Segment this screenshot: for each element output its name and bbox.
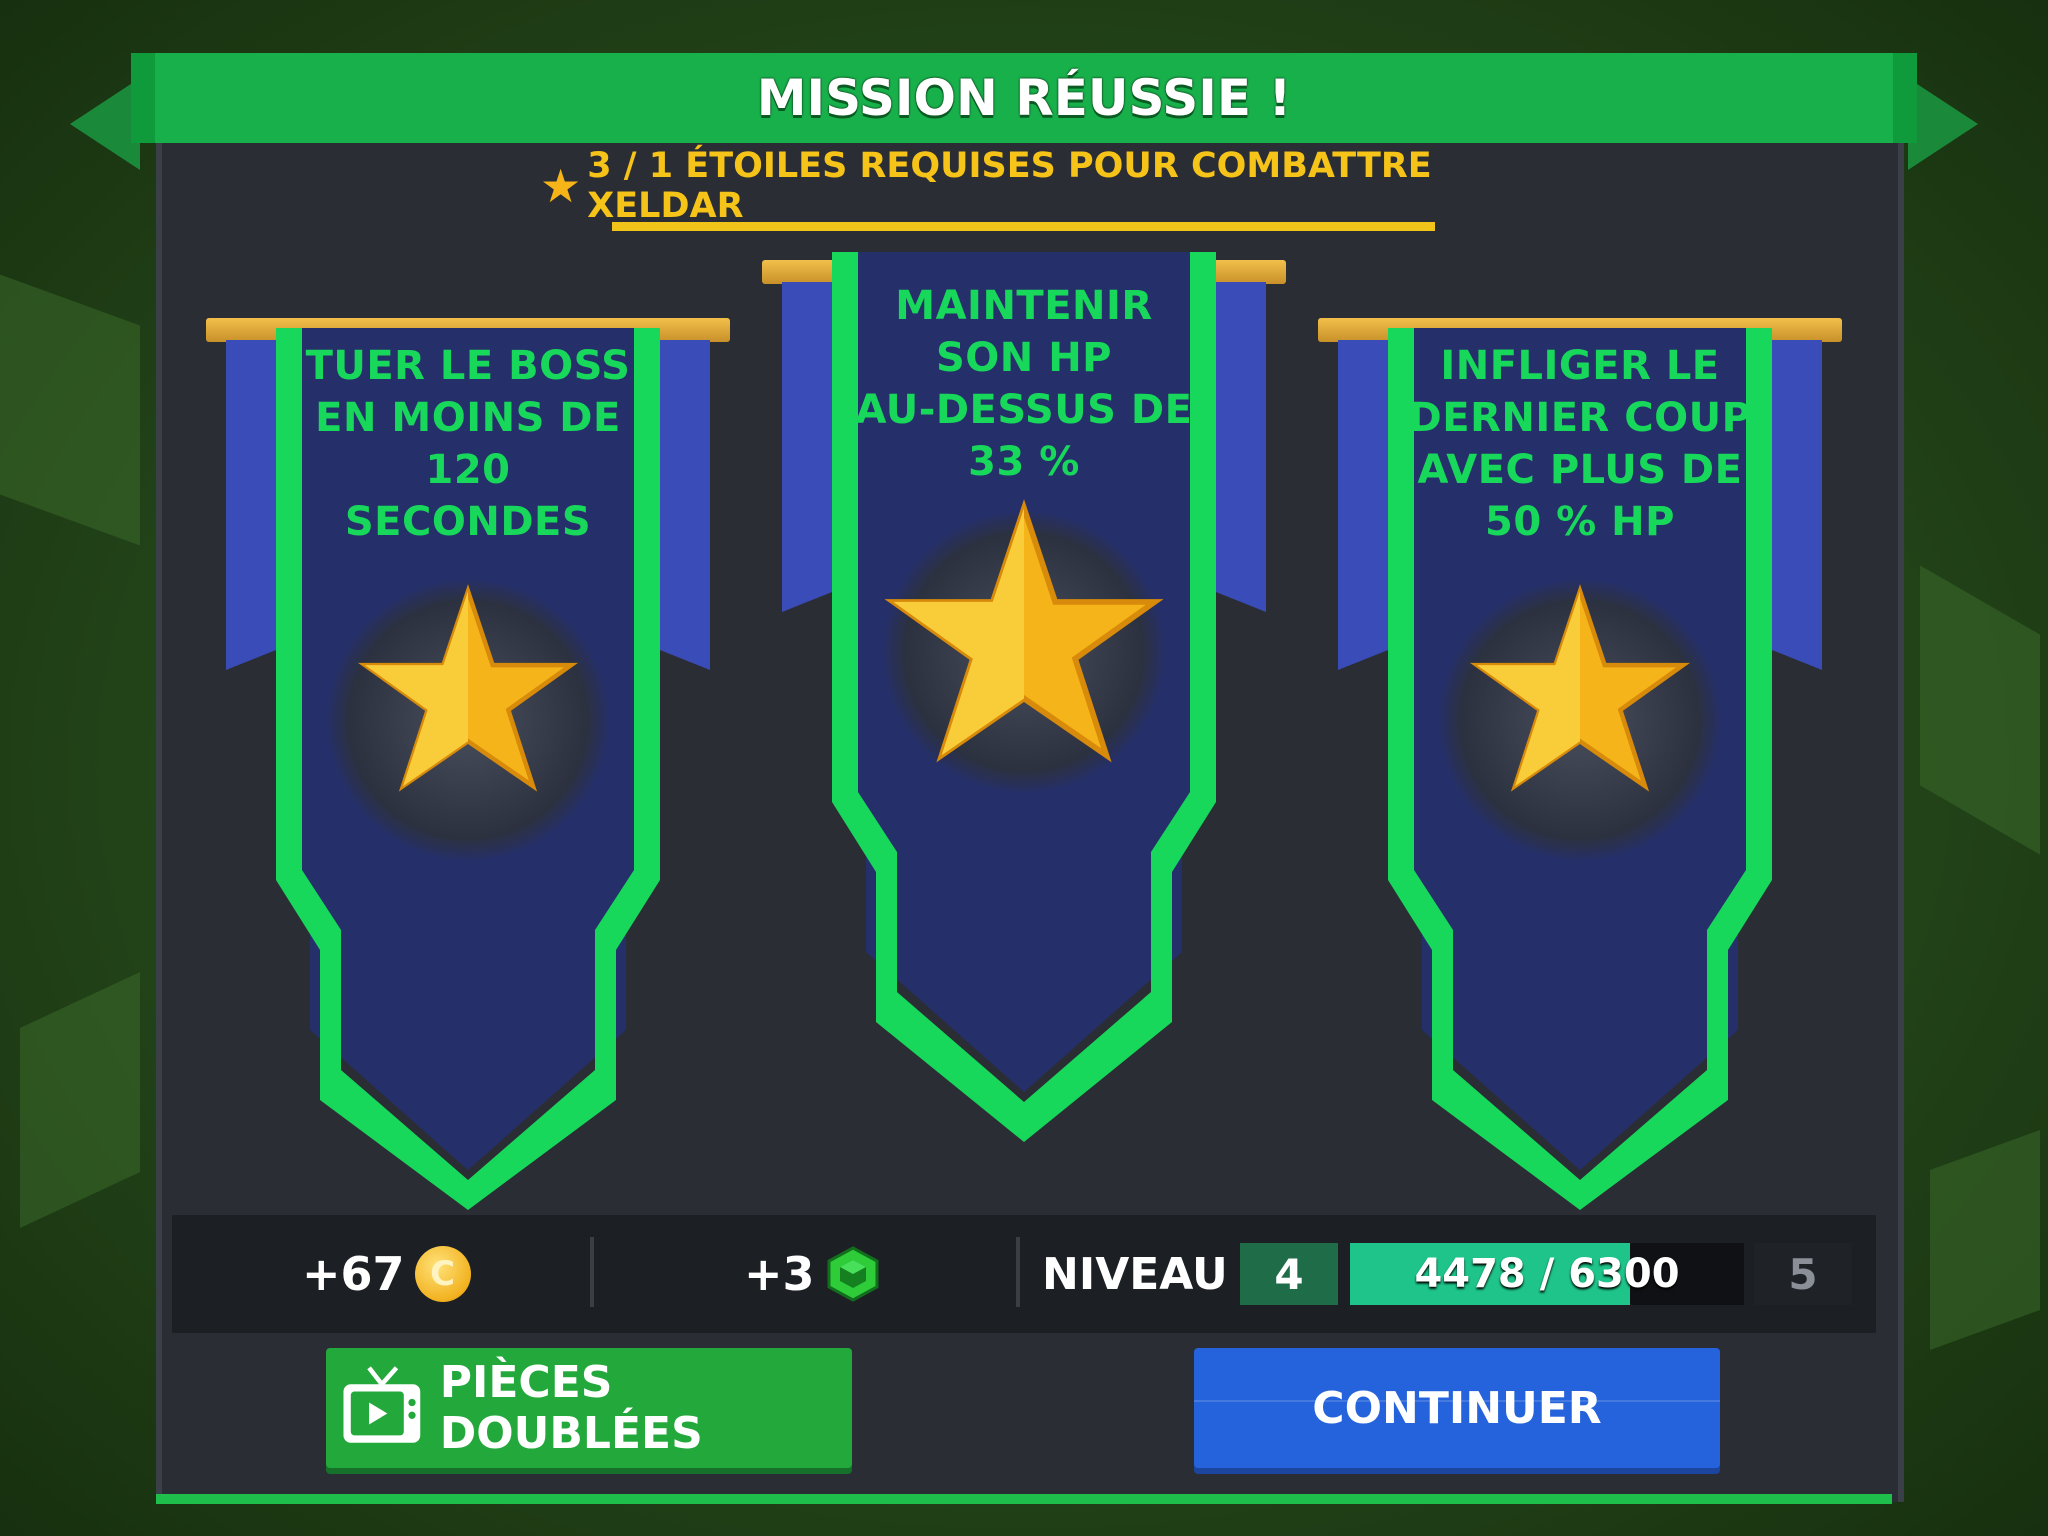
xp-progress-bar: 4478 / 6300 (1350, 1243, 1744, 1305)
double-coins-button[interactable]: PIÈCES DOUBLÉES (326, 1348, 852, 1468)
background-leaf (20, 972, 140, 1228)
objective-text: INFLIGER LE DERNIER COUP AVEC PLUS DE 50… (1408, 343, 1752, 545)
continue-button[interactable]: CONTINUER (1194, 1348, 1720, 1468)
background-leaf (0, 274, 140, 546)
level-label: NIVEAU (1042, 1248, 1228, 1300)
title-ribbon-tail-left (70, 78, 140, 170)
star-icon (1469, 584, 1691, 792)
objective-text: MAINTENIR SON HP AU-DESSUS DE 33 % (855, 283, 1193, 485)
xp-progress-text: 4478 / 6300 (1414, 1251, 1680, 1297)
star-icon (357, 584, 579, 792)
gem-reward: +3 (744, 1215, 881, 1333)
panel-bottom-strip (156, 1494, 1892, 1504)
gem-reward-value: +3 (744, 1247, 815, 1301)
coin-reward-value: +67 (302, 1247, 405, 1301)
requirement-underline (612, 222, 1435, 231)
background-leaf (1930, 1129, 2040, 1351)
tv-play-icon (343, 1366, 421, 1443)
continue-label: CONTINUER (1312, 1382, 1602, 1434)
gem-icon (827, 1246, 879, 1302)
star-requirement: ★ 3 / 1 ÉTOILES REQUISES POUR COMBATTRE … (540, 146, 1540, 226)
objective-banner-2: MAINTENIR SON HP AU-DESSUS DE 33 % (762, 252, 1286, 1152)
title-bar: MISSION RÉUSSIE ! (131, 53, 1917, 143)
page-title: MISSION RÉUSSIE ! (756, 69, 1292, 127)
double-coins-label: PIÈCES DOUBLÉES (439, 1357, 703, 1459)
star-icon: ★ (540, 159, 582, 213)
requirement-text: 3 / 1 ÉTOILES REQUISES POUR COMBATTRE XE… (587, 146, 1432, 226)
coin-reward: +67 C (302, 1215, 471, 1333)
rewards-row: +67 C +3 NIVEAU 4 4478 / 6300 5 (172, 1215, 1876, 1333)
divider (1016, 1237, 1020, 1307)
divider (590, 1237, 594, 1307)
current-level: 4 (1240, 1243, 1338, 1305)
coin-icon: C (414, 1246, 471, 1302)
star-icon (884, 499, 1164, 763)
next-level: 5 (1754, 1243, 1852, 1305)
background-leaf (1920, 565, 2040, 855)
objective-banner-3: INFLIGER LE DERNIER COUP AVEC PLUS DE 50… (1318, 310, 1842, 1210)
objective-text: TUER LE BOSS EN MOINS DE 120 SECONDES (305, 343, 631, 545)
objective-banner-1: TUER LE BOSS EN MOINS DE 120 SECONDES (206, 310, 730, 1210)
title-ribbon-tail-right (1908, 78, 1978, 170)
